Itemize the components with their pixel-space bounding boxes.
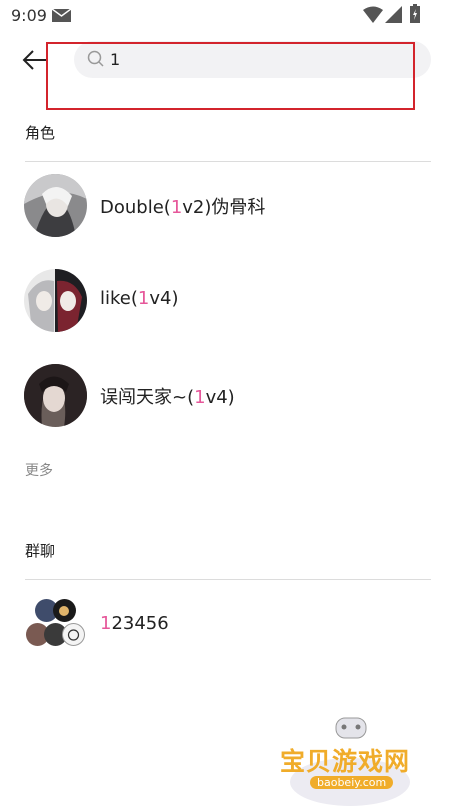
group-name: 123456 xyxy=(100,613,169,634)
mail-icon xyxy=(52,9,71,22)
watermark-url: baobeiy.com xyxy=(310,776,394,789)
section-title-characters: 角色 xyxy=(25,124,56,142)
character-name: like(1v4) xyxy=(100,288,179,309)
match-highlight: 1 xyxy=(100,613,112,634)
divider xyxy=(25,161,431,162)
group-avatar xyxy=(24,598,87,648)
avatar xyxy=(24,174,87,237)
status-time: 9:09 xyxy=(11,6,47,25)
watermark-logo: 宝贝游戏网 baobeiy.com xyxy=(276,712,424,806)
search-icon xyxy=(87,50,104,67)
character-result-2[interactable]: like(1v4) xyxy=(0,261,455,341)
arrow-left-icon xyxy=(22,50,46,70)
section-title-groups: 群聊 xyxy=(25,542,56,560)
wifi-icon xyxy=(363,6,383,23)
more-link[interactable]: 更多 xyxy=(25,460,53,480)
status-bar: 9:09 xyxy=(0,0,455,30)
search-box[interactable] xyxy=(74,41,431,78)
match-highlight: 1 xyxy=(194,387,206,408)
watermark-title: 宝贝游戏网 xyxy=(280,747,411,776)
character-name: 误闯天家~(1v4) xyxy=(100,387,235,408)
back-button[interactable] xyxy=(18,44,50,76)
divider xyxy=(25,579,431,580)
match-highlight: 1 xyxy=(137,288,150,309)
character-result-3[interactable]: 误闯天家~(1v4) xyxy=(0,356,455,436)
battery-icon xyxy=(410,4,420,23)
character-result-1[interactable]: Double(1v2)伪骨科 xyxy=(0,166,455,246)
avatar xyxy=(24,364,87,427)
avatar xyxy=(24,269,87,332)
match-highlight: 1 xyxy=(170,197,183,218)
search-input[interactable] xyxy=(110,45,410,74)
signal-icon xyxy=(385,6,402,23)
character-name: Double(1v2)伪骨科 xyxy=(100,197,266,218)
